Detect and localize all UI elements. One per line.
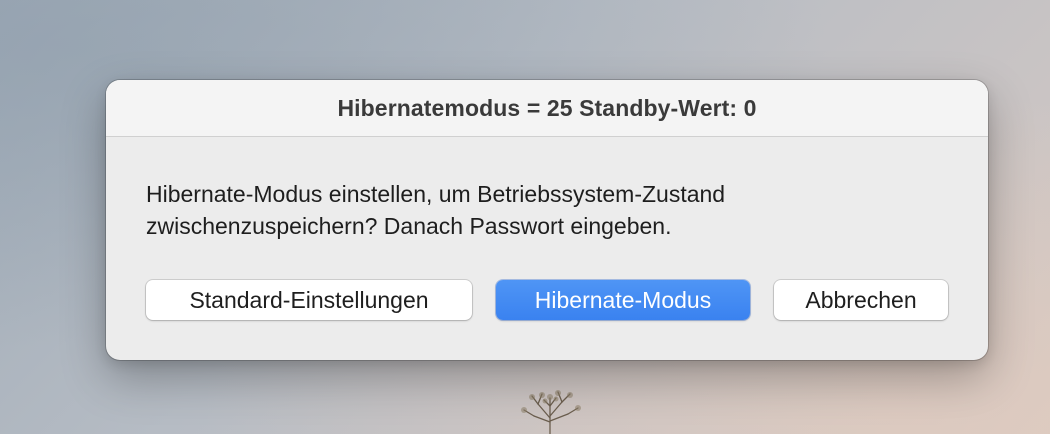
hibernate-dialog: Hibernatemodus = 25 Standby-Wert: 0 Hibe… — [106, 80, 988, 360]
wallpaper-tree-image — [521, 390, 581, 434]
dialog-message-line: zwischenzuspeichern? Danach Passwort ein… — [146, 213, 672, 239]
dialog-titlebar: Hibernatemodus = 25 Standby-Wert: 0 — [106, 80, 988, 137]
hibernate-mode-button[interactable]: Hibernate-Modus — [496, 280, 750, 320]
dialog-message: Hibernate-Modus einstellen, um Betriebss… — [146, 178, 946, 242]
cancel-button[interactable]: Abbrechen — [774, 280, 948, 320]
dialog-title: Hibernatemodus = 25 Standby-Wert: 0 — [337, 94, 757, 121]
standard-settings-button[interactable]: Standard-Einstellungen — [146, 280, 472, 320]
dialog-message-line: Hibernate-Modus einstellen, um Betriebss… — [146, 181, 726, 207]
